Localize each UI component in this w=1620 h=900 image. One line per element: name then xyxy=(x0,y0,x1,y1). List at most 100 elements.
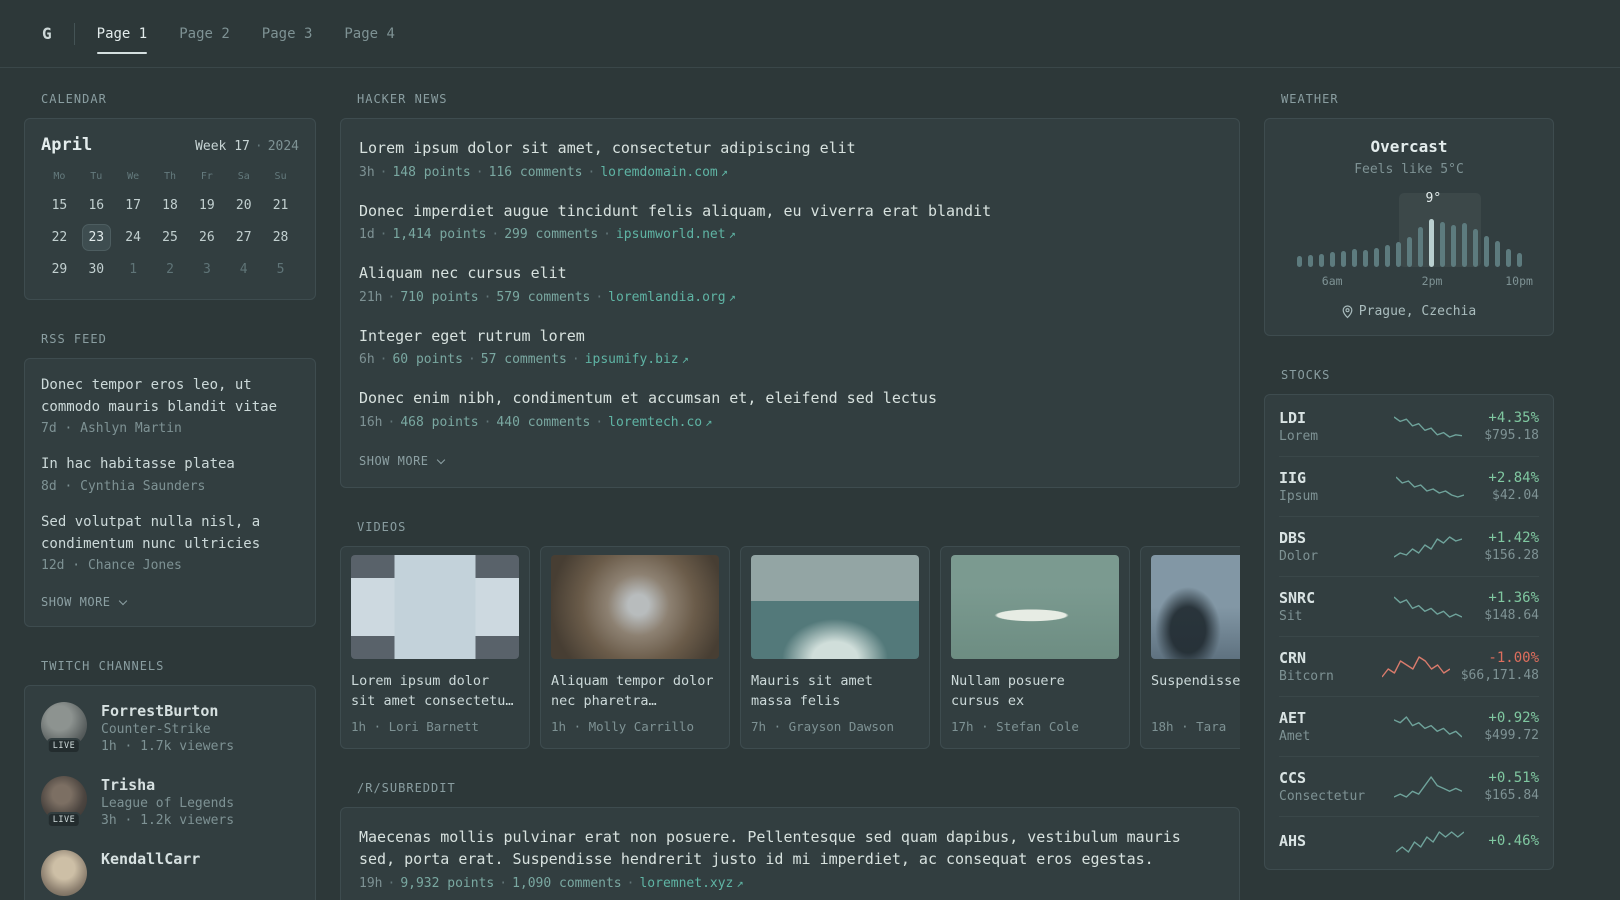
stock-name: Lorem xyxy=(1279,429,1319,444)
tab-page-1[interactable]: Page 1 xyxy=(96,0,147,67)
hn-item-title[interactable]: Aliquam nec cursus elit xyxy=(359,262,1221,285)
video-card[interactable]: Lorem ipsum dolor sit amet consectetu… 1… xyxy=(340,545,530,749)
video-title[interactable]: Aliquam tempor dolor nec pharetra… xyxy=(551,671,719,713)
hn-item: Lorem ipsum dolor sit amet, consectetur … xyxy=(359,137,1221,180)
stock-price: $156.28 xyxy=(1484,548,1539,563)
calendar-day-header: Sa xyxy=(237,170,250,182)
hn-item-domain-link[interactable]: ipsumworld.net ↗ xyxy=(616,227,736,242)
stock-row[interactable]: LDI Lorem +4.35% $795.18 xyxy=(1279,397,1539,456)
rss-item-title[interactable]: Donec tempor eros leo, ut commodo mauris… xyxy=(41,375,299,418)
calendar-header: April Week 17 · 2024 xyxy=(41,135,299,155)
hn-item-time: 3h xyxy=(359,164,375,180)
twitch-channel-row[interactable]: LIVE Trisha League of Legends 3h · 1.2k … xyxy=(41,776,299,829)
stock-row[interactable]: SNRC Sit +1.36% $148.64 xyxy=(1279,576,1539,636)
separator: · xyxy=(483,414,492,430)
video-card[interactable]: Nullam posuere cursus ex 17h · Stefan Co… xyxy=(940,545,1130,749)
hn-item-points: 148 points xyxy=(392,164,471,180)
calendar-day-header: Mo xyxy=(53,170,66,182)
stock-row[interactable]: CCS Consectetur +0.51% $165.84 xyxy=(1279,756,1539,816)
reddit-post-title[interactable]: Maecenas mollis pulvinar erat non posuer… xyxy=(359,826,1221,871)
separator: · xyxy=(379,352,388,367)
separator: · xyxy=(467,352,476,367)
video-card[interactable]: Mauris sit amet massa felis 7h · Grayson… xyxy=(740,545,930,749)
video-thumbnail[interactable] xyxy=(551,554,719,659)
video-title[interactable]: Nullam posuere cursus ex xyxy=(951,671,1119,713)
video-card[interactable]: Aliquam tempor dolor nec pharetra… 1h · … xyxy=(540,545,730,749)
weather-bar xyxy=(1307,255,1313,267)
weather-bar xyxy=(1395,242,1401,267)
stock-ticker: LDI xyxy=(1279,409,1307,427)
stock-ticker: IIG xyxy=(1279,469,1307,487)
tab-page-4[interactable]: Page 4 xyxy=(344,0,395,67)
calendar-day: 21 xyxy=(272,198,289,213)
calendar-day-header: Th xyxy=(163,170,177,182)
section-title-twitch: TWITCH CHANNELS xyxy=(41,659,165,674)
weather-chart: 9° xyxy=(1281,191,1537,267)
twitch-channel-row[interactable]: KendallCarr xyxy=(41,850,299,897)
stock-row[interactable]: AET Amet +0.92% $499.72 xyxy=(1279,696,1539,756)
hn-item-points: 1,414 points xyxy=(392,227,487,242)
hn-item-points: 468 points xyxy=(400,414,479,430)
hn-item-domain-link[interactable]: loremdomain.com ↗ xyxy=(600,165,728,180)
external-link-icon: ↗ xyxy=(728,289,736,304)
twitch-channel-name[interactable]: ForrestBurton xyxy=(101,702,234,720)
weather-bar xyxy=(1329,252,1335,267)
rss-item-title[interactable]: Sed volutpat nulla nisl, a condimentum n… xyxy=(41,512,299,555)
stock-change: +2.84% xyxy=(1488,470,1539,486)
video-thumbnail[interactable] xyxy=(751,554,919,659)
hn-item-title[interactable]: Donec enim nibh, condimentum et accumsan… xyxy=(359,387,1221,410)
stock-row[interactable]: DBS Dolor +1.42% $156.28 xyxy=(1279,516,1539,576)
videos-widget: VIDEOS Lorem ipsum dolor sit amet consec… xyxy=(340,520,1240,749)
hn-item-domain-link[interactable]: loremlandia.org ↗ xyxy=(608,290,736,305)
twitch-card: LIVE ForrestBurton Counter-Strike 1h · 1… xyxy=(24,685,316,900)
weather-bar xyxy=(1318,254,1324,267)
hn-show-more-button[interactable]: SHOW MORE xyxy=(359,454,445,468)
section-title-hackernews: HACKER NEWS xyxy=(357,92,448,106)
video-title[interactable]: Lorem ipsum dolor sit amet consectetu… xyxy=(351,671,519,713)
twitch-channel-row[interactable]: LIVE ForrestBurton Counter-Strike 1h · 1… xyxy=(41,702,299,755)
rss-show-more-button[interactable]: SHOW MORE xyxy=(41,595,127,609)
video-thumbnail[interactable] xyxy=(1151,554,1240,659)
stock-change: +4.35% xyxy=(1488,410,1539,426)
video-thumbnail[interactable] xyxy=(951,554,1119,659)
stock-ticker: AHS xyxy=(1279,832,1307,850)
live-badge: LIVE xyxy=(46,738,82,755)
rss-item-title[interactable]: In hac habitasse platea xyxy=(41,454,299,476)
video-card[interactable]: Suspendisse diam 18h · Tara xyxy=(1140,545,1240,749)
calendar-day: 27 xyxy=(235,230,252,245)
hn-item-domain-link[interactable]: ipsumify.biz ↗ xyxy=(585,352,689,367)
app-logo[interactable]: G xyxy=(42,24,52,43)
video-thumbnail[interactable] xyxy=(351,554,519,659)
weather-time-label: 2pm xyxy=(1421,274,1443,288)
rss-item-meta: 12d · Chance Jones xyxy=(41,558,182,574)
stock-name: Dolor xyxy=(1279,549,1319,564)
calendar-day-selected: 23 xyxy=(81,224,111,251)
weather-location: Prague, Czechia xyxy=(1281,304,1537,319)
stock-row[interactable]: IIG Ipsum +2.84% $42.04 xyxy=(1279,456,1539,516)
stock-change: +1.42% xyxy=(1488,530,1539,546)
tab-page-2[interactable]: Page 2 xyxy=(179,0,230,67)
video-title[interactable]: Mauris sit amet massa felis xyxy=(751,671,919,713)
hn-item-title[interactable]: Donec imperdiet augue tincidunt felis al… xyxy=(359,200,1221,223)
external-link-icon: ↗ xyxy=(681,352,689,366)
video-meta: 1h · Molly Carrillo xyxy=(551,718,694,734)
stock-row[interactable]: AHS +0.46% xyxy=(1279,816,1539,867)
twitch-channel-name[interactable]: Trisha xyxy=(101,776,234,794)
reddit-post-domain-link[interactable]: loremnet.xyz ↗ xyxy=(639,876,743,891)
weather-bar xyxy=(1516,253,1522,267)
hn-item-domain-link[interactable]: loremtech.co ↗ xyxy=(608,415,712,430)
calendar-day: 20 xyxy=(235,198,252,213)
calendar-day-header: We xyxy=(127,170,140,182)
stock-price: $165.84 xyxy=(1484,788,1539,803)
twitch-channel-name[interactable]: KendallCarr xyxy=(101,850,200,868)
hn-item-domain: ipsumworld.net xyxy=(615,227,726,242)
stock-price: $795.18 xyxy=(1484,428,1539,443)
calendar-day: 3 xyxy=(202,262,211,277)
tab-page-3[interactable]: Page 3 xyxy=(262,0,313,67)
video-title[interactable]: Suspendisse diam xyxy=(1151,671,1240,713)
stock-row[interactable]: CRN Bitcorn -1.00% $66,171.48 xyxy=(1279,636,1539,696)
separator: · xyxy=(475,164,484,180)
weather-bar xyxy=(1340,251,1346,267)
hn-item-title[interactable]: Lorem ipsum dolor sit amet, consectetur … xyxy=(359,137,1221,160)
hn-item-title[interactable]: Integer eget rutrum lorem xyxy=(359,325,1221,348)
